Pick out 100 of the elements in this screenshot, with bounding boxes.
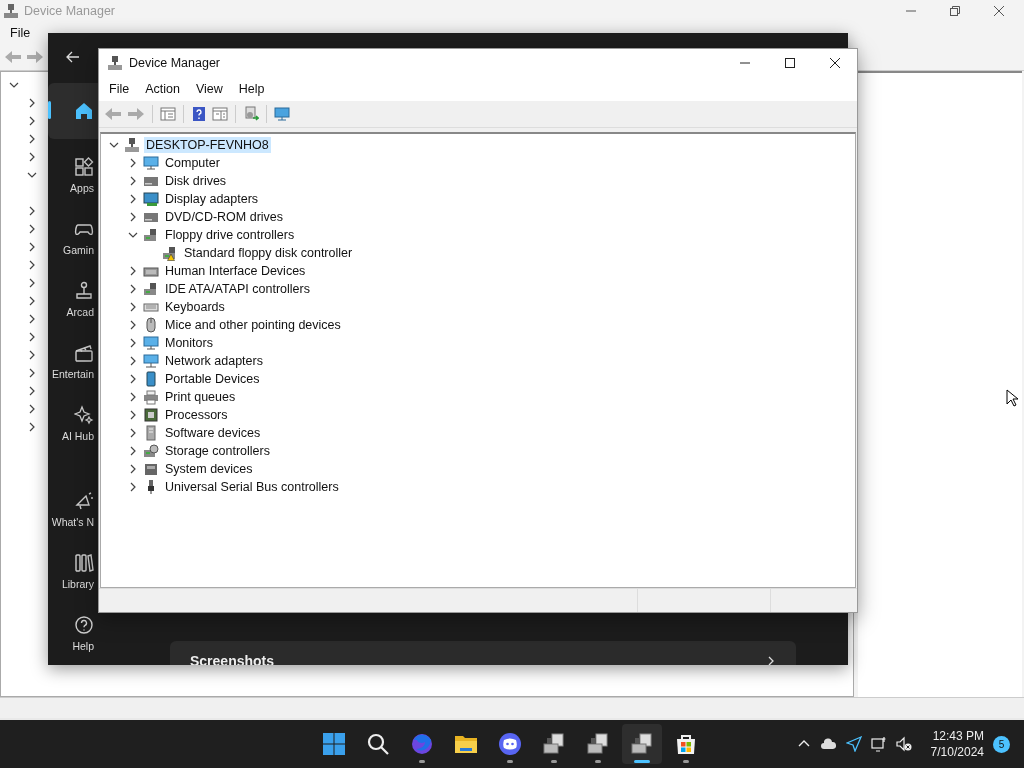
tree-item[interactable]: Standard floppy disk controller (182, 245, 355, 261)
tree-item[interactable]: Disk drives (163, 173, 229, 189)
collapsed-chevron-icon[interactable] (128, 428, 138, 438)
nav-item[interactable]: Help (48, 607, 98, 659)
nav-item[interactable]: Arcad (48, 273, 98, 325)
collapsed-chevron-icon[interactable] (128, 266, 138, 276)
properties-icon[interactable] (160, 106, 176, 122)
menu-item[interactable]: File (109, 82, 130, 96)
collapsed-chevron-icon[interactable] (27, 314, 37, 324)
speaker-muted-icon[interactable] (895, 736, 912, 752)
restore-icon[interactable] (950, 6, 960, 16)
collapsed-chevron-icon[interactable] (128, 338, 138, 348)
software-icon (143, 425, 159, 441)
collapsed-chevron-icon[interactable] (27, 134, 37, 144)
shopping-bag-icon (674, 732, 698, 756)
network-icon[interactable] (870, 736, 887, 752)
collapsed-chevron-icon[interactable] (128, 158, 138, 168)
tree-item[interactable]: IDE ATA/ATAPI controllers (163, 281, 312, 297)
maximize-icon[interactable] (785, 58, 795, 68)
collapsed-chevron-icon[interactable] (128, 194, 138, 204)
collapsed-chevron-icon[interactable] (27, 296, 37, 306)
tree-item[interactable]: Computer (163, 155, 222, 171)
expanded-chevron-icon[interactable] (128, 230, 138, 240)
tree-item[interactable]: Display adapters (163, 191, 261, 207)
collapsed-chevron-icon[interactable] (128, 356, 138, 366)
network-icon (143, 353, 159, 369)
details-icon[interactable] (212, 106, 228, 122)
expanded-chevron-icon[interactable] (9, 80, 19, 90)
collapsed-chevron-icon[interactable] (27, 386, 37, 396)
collapsed-chevron-icon[interactable] (128, 392, 138, 402)
tree-item[interactable]: Universal Serial Bus controllers (163, 479, 341, 495)
tree-item[interactable]: Print queues (163, 389, 238, 405)
cloud-icon[interactable] (820, 736, 837, 752)
collapsed-chevron-icon[interactable] (27, 116, 37, 126)
tree-item[interactable]: DVD/CD-ROM drives (163, 209, 286, 225)
close-icon[interactable] (830, 58, 840, 68)
menu-item[interactable]: Help (238, 82, 265, 96)
collapsed-chevron-icon[interactable] (27, 368, 37, 378)
tree-item[interactable]: Monitors (163, 335, 215, 351)
tree-item[interactable]: Software devices (163, 425, 263, 441)
nav-item[interactable]: AI Hub (48, 397, 98, 449)
gamepad-icon (498, 732, 522, 756)
windows-icon (322, 732, 346, 756)
collapsed-chevron-icon[interactable] (128, 302, 138, 312)
collapsed-chevron-icon[interactable] (128, 284, 138, 294)
collapsed-chevron-icon[interactable] (128, 464, 138, 474)
clock[interactable]: 12:43 PM 7/10/2024 (930, 728, 984, 760)
tree-item[interactable]: Mice and other pointing devices (163, 317, 343, 333)
controller-icon (143, 281, 159, 297)
collapsed-chevron-icon[interactable] (27, 278, 37, 288)
collapsed-chevron-icon[interactable] (128, 410, 138, 420)
help-icon[interactable] (191, 106, 207, 122)
notification-badge[interactable]: 5 (993, 735, 1010, 753)
collapsed-chevron-icon[interactable] (128, 482, 138, 492)
expanded-chevron-icon[interactable] (27, 170, 37, 180)
collapsed-chevron-icon[interactable] (128, 176, 138, 186)
collapsed-chevron-icon[interactable] (27, 350, 37, 360)
computer-icon (124, 137, 140, 153)
collapsed-chevron-icon[interactable] (27, 260, 37, 270)
expanded-chevron-icon[interactable] (109, 140, 119, 150)
close-icon[interactable] (994, 6, 1004, 16)
monitor-icon[interactable] (274, 106, 290, 122)
collapsed-chevron-icon[interactable] (128, 320, 138, 330)
portable-icon (143, 371, 159, 387)
collapsed-chevron-icon[interactable] (27, 242, 37, 252)
collapsed-chevron-icon[interactable] (27, 206, 37, 216)
system-icon (143, 461, 159, 477)
tree-item[interactable]: System devices (163, 461, 255, 477)
nav-item[interactable]: Gamin (48, 211, 98, 263)
tree-item[interactable]: Processors (163, 407, 230, 423)
collapsed-chevron-icon[interactable] (128, 374, 138, 384)
location-arrow-icon[interactable] (845, 736, 862, 752)
collapsed-chevron-icon[interactable] (27, 224, 37, 234)
collapsed-chevron-icon[interactable] (27, 98, 37, 108)
taskbar-button[interactable] (622, 724, 662, 764)
nav-item[interactable] (48, 83, 98, 139)
tree-item[interactable]: DESKTOP-FEVNHO8 (144, 137, 271, 153)
collapsed-chevron-icon[interactable] (27, 332, 37, 342)
tree-item[interactable]: Network adapters (163, 353, 265, 369)
tree-item[interactable]: Human Interface Devices (163, 263, 308, 279)
menu-item[interactable]: View (195, 82, 223, 96)
nav-item[interactable]: Apps (48, 149, 98, 201)
nav-item[interactable]: What's N (48, 483, 98, 535)
menu-item[interactable]: File (10, 26, 31, 40)
collapsed-chevron-icon[interactable] (27, 404, 37, 414)
menu-item[interactable]: Action (145, 82, 180, 96)
collapsed-chevron-icon[interactable] (128, 446, 138, 456)
tree-item[interactable]: Storage controllers (163, 443, 272, 459)
help-icon (74, 614, 94, 635)
collapsed-chevron-icon[interactable] (128, 212, 138, 222)
nav-item[interactable]: Entertain (48, 335, 98, 387)
collapsed-chevron-icon[interactable] (27, 422, 37, 432)
tree-item[interactable]: Portable Devices (163, 371, 262, 387)
tree-item[interactable]: Keyboards (163, 299, 227, 315)
collapsed-chevron-icon[interactable] (27, 152, 37, 162)
scan-hardware-icon[interactable] (243, 106, 259, 122)
mouse-icon (143, 317, 159, 333)
tree-item[interactable]: Floppy drive controllers (163, 227, 297, 243)
back-arrow-icon[interactable] (66, 51, 80, 63)
nav-item[interactable]: Library (48, 545, 98, 597)
